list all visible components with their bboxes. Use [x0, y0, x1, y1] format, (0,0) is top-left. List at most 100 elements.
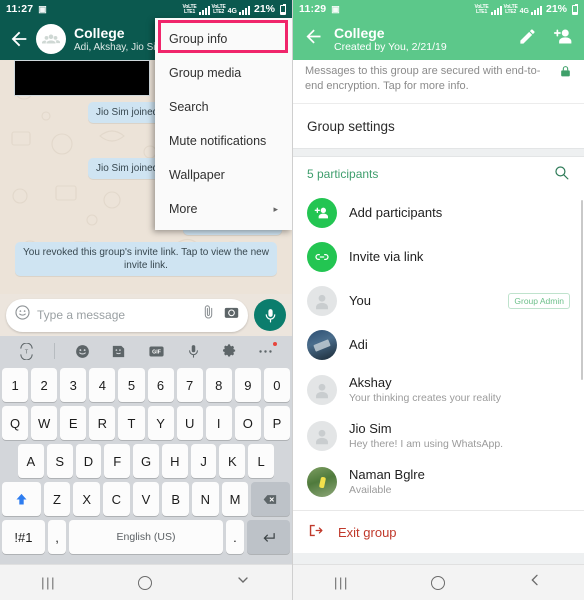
key[interactable]: U [176, 406, 203, 440]
microphone-icon[interactable] [185, 343, 202, 360]
invite-via-link-row[interactable]: Invite via link [293, 235, 584, 279]
menu-item-mute-notifications[interactable]: Mute notifications [155, 124, 292, 158]
key[interactable]: S [46, 444, 73, 478]
key[interactable]: N [192, 482, 219, 516]
android-nav-bar-right: ||| [293, 564, 584, 600]
sticker-icon[interactable] [110, 343, 127, 360]
status-time: 11:29 [299, 3, 327, 15]
backspace-key[interactable] [251, 482, 291, 516]
participant-row-you[interactable]: You Group Admin [293, 279, 584, 323]
participant-name: Akshay [349, 375, 392, 390]
key[interactable]: C [103, 482, 130, 516]
more-icon[interactable] [257, 341, 278, 360]
key[interactable]: B [162, 482, 190, 516]
key[interactable]: 2 [31, 368, 58, 402]
key[interactable]: Z [43, 482, 71, 516]
key[interactable]: 5 [118, 368, 145, 402]
key[interactable]: 9 [234, 368, 261, 402]
shift-key[interactable] [1, 482, 41, 516]
key[interactable]: 6 [147, 368, 174, 402]
space-key[interactable]: English (US) [69, 520, 223, 554]
key[interactable]: P [263, 406, 290, 440]
participant-row-adi[interactable]: Adi [293, 323, 584, 367]
key[interactable]: X [73, 482, 100, 516]
key[interactable]: D [75, 444, 102, 478]
period-key[interactable]: . [225, 520, 245, 554]
key[interactable]: R [89, 406, 116, 440]
key[interactable]: Q [2, 406, 29, 440]
translate-icon[interactable]: T [18, 342, 35, 360]
symbols-key[interactable]: !#1 [2, 520, 45, 554]
key[interactable]: 4 [89, 368, 116, 402]
settings-icon[interactable] [221, 343, 238, 360]
key[interactable]: 0 [263, 368, 290, 402]
screenshot-icon: ▣ [331, 3, 340, 14]
enter-key[interactable] [247, 520, 290, 554]
key[interactable]: W [31, 406, 58, 440]
pencil-icon[interactable] [518, 27, 537, 51]
key[interactable]: 1 [2, 368, 29, 402]
key[interactable]: 3 [60, 368, 87, 402]
voice-record-button[interactable] [254, 299, 286, 331]
home-icon[interactable] [138, 575, 153, 590]
default-avatar [307, 375, 337, 405]
menu-item-search[interactable]: Search [155, 90, 292, 124]
group-avatar-icon[interactable] [36, 24, 66, 54]
paperclip-icon[interactable] [200, 304, 217, 326]
menu-item-wallpaper[interactable]: Wallpaper [155, 158, 292, 192]
menu-item-label: Mute notifications [169, 134, 267, 148]
back-arrow-icon[interactable] [8, 28, 30, 50]
key[interactable]: L [248, 444, 275, 478]
message-bubble-invite-link[interactable]: You revoked this group's invite link. Ta… [15, 242, 277, 276]
key[interactable]: 7 [176, 368, 203, 402]
key[interactable]: F [104, 444, 131, 478]
menu-item-group-media[interactable]: Group media [155, 56, 292, 90]
key[interactable]: 8 [205, 368, 232, 402]
lock-icon [559, 65, 572, 83]
menu-item-label: Group info [169, 32, 228, 46]
key[interactable]: J [190, 444, 217, 478]
key[interactable]: O [234, 406, 261, 440]
recent-apps-icon[interactable]: ||| [41, 575, 56, 590]
key[interactable]: H [161, 444, 188, 478]
message-input[interactable]: Type a message [37, 308, 194, 322]
back-arrow-icon[interactable] [303, 26, 324, 52]
key[interactable]: V [132, 482, 160, 516]
key[interactable]: Y [147, 406, 174, 440]
exit-icon [307, 522, 324, 542]
key[interactable]: E [60, 406, 87, 440]
group-settings-label: Group settings [307, 118, 395, 134]
key[interactable]: I [205, 406, 232, 440]
battery-percent: 21% [545, 3, 567, 15]
overflow-menu[interactable]: Group info Group media Search Mute notif… [155, 18, 292, 230]
add-participants-row[interactable]: Add participants [293, 191, 584, 235]
message-input-pill[interactable]: Type a message [6, 298, 248, 332]
key[interactable]: T [118, 406, 145, 440]
key[interactable]: A [17, 444, 44, 478]
group-settings-row[interactable]: Group settings [293, 104, 584, 148]
gif-icon[interactable]: GIF [147, 343, 166, 360]
battery-icon [572, 4, 578, 15]
participant-row-akshay[interactable]: Akshay Your thinking creates your realit… [293, 367, 584, 413]
emoji-icon[interactable] [74, 343, 91, 360]
encryption-notice[interactable]: Messages to this group are secured with … [293, 60, 584, 104]
collapse-keyboard-icon[interactable] [235, 572, 251, 593]
participant-row-jio-sim[interactable]: Jio Sim Hey there! I am using WhatsApp. [293, 413, 584, 459]
comma-key[interactable]: , [47, 520, 67, 554]
emoji-icon[interactable] [14, 304, 31, 326]
camera-icon[interactable] [223, 304, 240, 326]
key[interactable]: G [133, 444, 159, 478]
search-icon[interactable] [553, 164, 570, 184]
scrollbar[interactable] [581, 200, 583, 380]
key[interactable]: K [219, 444, 246, 478]
menu-item-label: Group media [169, 66, 242, 80]
menu-item-more[interactable]: More ▸ [155, 192, 292, 226]
participant-row-naman[interactable]: Naman Bglre Available [293, 459, 584, 505]
home-icon[interactable] [430, 575, 445, 590]
back-icon[interactable] [527, 572, 543, 593]
menu-item-group-info[interactable]: Group info [155, 22, 292, 56]
add-person-icon[interactable] [553, 26, 574, 52]
recent-apps-icon[interactable]: ||| [334, 575, 349, 590]
key[interactable]: M [221, 482, 249, 516]
exit-group-row[interactable]: Exit group [293, 511, 584, 553]
